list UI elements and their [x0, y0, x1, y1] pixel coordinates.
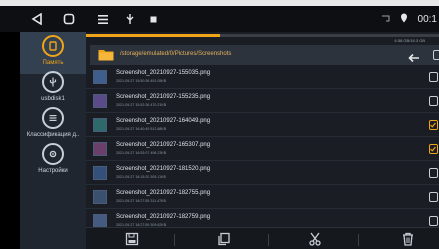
file-meta: 2021-09-27 15:50:36 491.05KB: [116, 79, 167, 83]
copy-icon[interactable]: [214, 230, 234, 248]
usb-icon: [42, 71, 64, 93]
status-bar: 00:1: [0, 6, 439, 32]
file-checkbox[interactable]: [429, 72, 438, 82]
notification-icon: [148, 12, 158, 26]
divider: [174, 234, 175, 246]
file-name: Screenshot_20210927-181520.png: [116, 166, 211, 172]
sidebar-item-label: Настройки: [38, 168, 68, 174]
home-icon[interactable]: [62, 12, 76, 26]
file-row[interactable]: Screenshot_20210927-164049.png 2021-09-27…: [86, 114, 439, 137]
save-icon[interactable]: [122, 230, 142, 248]
cut-icon[interactable]: [305, 230, 325, 248]
sidebar-item-settings[interactable]: Настройки: [20, 140, 86, 182]
storage-usage-fill: [86, 34, 221, 37]
clock: 00:1: [417, 13, 437, 25]
file-checkbox[interactable]: [429, 192, 438, 202]
file-row[interactable]: Screenshot_20210927-155035.png 2021-09-27…: [86, 66, 439, 89]
image-thumbnail-icon: [93, 166, 107, 180]
image-thumbnail-icon: [93, 70, 107, 84]
folder-icon: [98, 48, 114, 61]
gear-icon: [42, 143, 64, 165]
usb-status-icon: [124, 12, 136, 26]
sidebar: Память usbdisk1 Классификация д.. Настро…: [20, 32, 86, 249]
bottom-toolbar: [86, 227, 439, 249]
file-checkbox[interactable]: [429, 168, 438, 178]
file-browser: 6.58 GB/16.3 GB /storage/emulated/0/Pict…: [86, 32, 439, 249]
storage-icon: [42, 35, 64, 57]
file-name: Screenshot_20210927-165307.png: [116, 142, 211, 148]
file-row[interactable]: Screenshot_20210927-181520.png 2021-09-27…: [86, 162, 439, 185]
file-meta: 2021-09-27 18:15:20 305.11KB: [116, 175, 166, 179]
file-name: Screenshot_20210927-155235.png: [116, 94, 211, 100]
list-icon: [42, 107, 64, 129]
file-checkbox[interactable]: [429, 216, 438, 226]
cast-icon: [381, 13, 390, 25]
sidebar-item-label: Классификация д..: [26, 132, 80, 138]
select-all-checkbox[interactable]: [433, 50, 439, 60]
sidebar-item-label: usbdisk1: [41, 96, 65, 102]
file-checkbox[interactable]: [429, 96, 438, 106]
file-checkbox[interactable]: [429, 120, 438, 130]
file-name: Screenshot_20210927-182755.png: [116, 190, 211, 196]
menu-icon[interactable]: [96, 12, 110, 26]
file-checkbox[interactable]: [429, 144, 438, 154]
image-thumbnail-icon: [93, 142, 107, 156]
image-thumbnail-icon: [93, 118, 107, 132]
status-right: 00:1: [381, 12, 437, 26]
file-name: Screenshot_20210927-155035.png: [116, 70, 211, 76]
file-meta: 2021-09-27 18:27:55 311.47KB: [116, 199, 166, 203]
file-name: Screenshot_20210927-164049.png: [116, 118, 211, 124]
file-row[interactable]: Screenshot_20210927-182755.png 2021-09-27…: [86, 186, 439, 209]
divider: [358, 234, 359, 246]
back-icon[interactable]: [30, 12, 42, 26]
divider: [268, 234, 269, 246]
image-thumbnail-icon: [93, 94, 107, 108]
file-meta: 2021-09-27 16:40:49 512.88KB: [116, 127, 167, 131]
file-row[interactable]: Screenshot_20210927-155235.png 2021-09-27…: [86, 90, 439, 113]
file-meta: 2021-09-27 16:53:07 498.23KB: [116, 151, 167, 155]
sidebar-item-label: Память: [42, 60, 64, 66]
image-thumbnail-icon: [93, 214, 107, 228]
file-row[interactable]: Screenshot_20210927-165307.png 2021-09-27…: [86, 138, 439, 161]
storage-usage-text: 6.58 GB/16.3 GB: [394, 38, 425, 43]
path-bar: /storage/emulated/0/Pictures/Screenshots: [90, 45, 439, 65]
location-icon: [400, 13, 408, 26]
file-name: Screenshot_20210927-182759.png: [116, 214, 211, 220]
file-meta: 2021-09-27 15:52:36 470.21KB: [116, 103, 167, 107]
storage-usage-bar: [86, 34, 439, 37]
delete-icon[interactable]: [398, 230, 418, 248]
image-thumbnail-icon: [93, 190, 107, 204]
current-path: /storage/emulated/0/Pictures/Screenshots: [120, 51, 232, 57]
back-arrow-icon[interactable]: [408, 50, 420, 63]
